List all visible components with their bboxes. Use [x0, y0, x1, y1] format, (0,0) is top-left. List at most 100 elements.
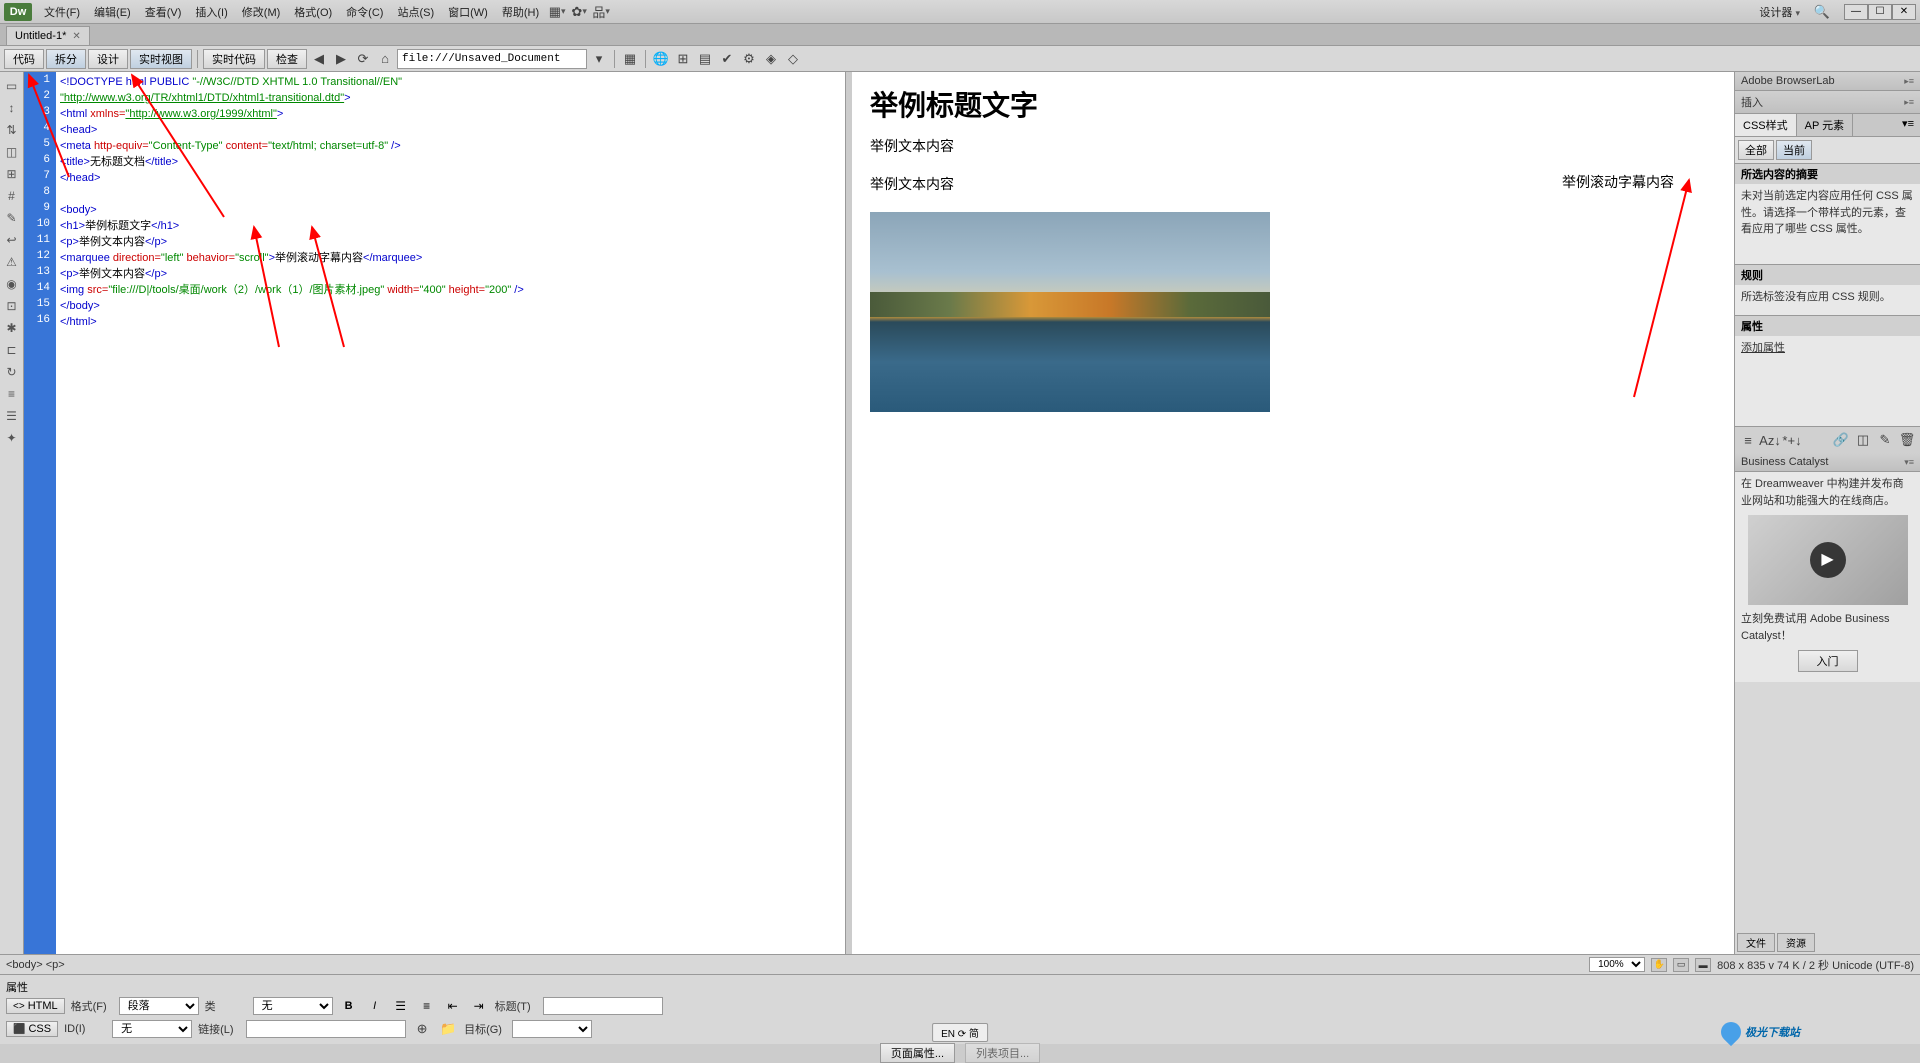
menu-window[interactable]: 窗口(W) — [442, 2, 494, 22]
open-docs-icon[interactable]: ▭ — [2, 76, 22, 96]
ap-elements-tab[interactable]: AP 元素 — [1797, 114, 1854, 136]
collapse-icon[interactable]: ↕ — [2, 98, 22, 118]
extend-icon[interactable]: ✿▾ — [569, 2, 589, 22]
surround-icon[interactable]: ⊏ — [2, 340, 22, 360]
class-select[interactable]: 无 — [253, 997, 333, 1015]
format-code-icon[interactable]: ✦ — [2, 428, 22, 448]
back-icon[interactable]: ◀ — [309, 49, 329, 69]
check-icon[interactable]: ⚙ — [739, 49, 759, 69]
italic-button[interactable]: I — [365, 997, 385, 1015]
ol-button[interactable]: ≡ — [417, 997, 437, 1015]
split-view-button[interactable]: 拆分 — [46, 49, 86, 69]
code-hint-icon[interactable]: ◉ — [2, 274, 22, 294]
tag-path[interactable]: <body> <p> — [6, 959, 65, 971]
design-view-button[interactable]: 设计 — [88, 49, 128, 69]
bc-header[interactable]: Business Catalyst▾≡ — [1735, 453, 1920, 472]
snippet-icon[interactable]: ⊡ — [2, 296, 22, 316]
hand-icon[interactable]: ✋ — [1651, 958, 1667, 972]
line-num-icon[interactable]: # — [2, 186, 22, 206]
addr-dropdown-icon[interactable]: ▾ — [589, 49, 609, 69]
id-select[interactable]: 无 — [112, 1020, 192, 1038]
recent-icon[interactable]: ↻ — [2, 362, 22, 382]
document-tab[interactable]: Untitled-1* ✕ — [6, 26, 90, 45]
css-tab-btn[interactable]: ⬛ CSS — [6, 1021, 58, 1037]
menu-help[interactable]: 帮助(H) — [496, 2, 545, 22]
menu-edit[interactable]: 编辑(E) — [88, 2, 137, 22]
indent-button[interactable]: ⇥ — [469, 997, 489, 1015]
link-drag-icon[interactable]: ⊕ — [412, 1019, 432, 1039]
page-props-button[interactable]: 页面属性... — [880, 1043, 955, 1063]
css-btn3-icon[interactable]: *+↓ — [1782, 430, 1802, 450]
target-select[interactable] — [512, 1020, 592, 1038]
wrap-icon[interactable]: ↩ — [2, 230, 22, 250]
minimize-button[interactable]: — — [1844, 4, 1868, 20]
inspect-button[interactable]: 检查 — [267, 49, 307, 69]
live-code-button[interactable]: 实时代码 — [203, 49, 265, 69]
home-icon[interactable]: ⌂ — [375, 49, 395, 69]
css-edit-icon[interactable]: ✎ — [1875, 430, 1895, 450]
select-tool-icon[interactable]: ▭ — [1673, 958, 1689, 972]
insert-header[interactable]: 插入▸≡ — [1735, 91, 1920, 114]
visual-aids-icon[interactable]: ▤ — [695, 49, 715, 69]
live-view-button[interactable]: 实时视图 — [130, 49, 192, 69]
bold-button[interactable]: B — [339, 997, 359, 1015]
bc-intro-button[interactable]: 入门 — [1798, 650, 1858, 672]
menu-insert[interactable]: 插入(I) — [189, 2, 233, 22]
file-mgmt-icon[interactable]: ▦ — [620, 49, 640, 69]
expand-icon[interactable]: ⇅ — [2, 120, 22, 140]
files-tab[interactable]: 文件 — [1737, 933, 1775, 952]
zoom-tool-icon[interactable]: ▬ — [1695, 958, 1711, 972]
assets-tab[interactable]: 资源 — [1777, 933, 1815, 952]
menu-format[interactable]: 格式(O) — [288, 2, 338, 22]
css-link-icon[interactable]: 🔗 — [1831, 430, 1851, 450]
language-indicator[interactable]: EN ⟳ 简 — [932, 1023, 988, 1042]
ul-button[interactable]: ☰ — [391, 997, 411, 1015]
designer-label[interactable]: 设计器 ▾ — [1759, 4, 1800, 20]
menu-file[interactable]: 文件(F) — [38, 2, 86, 22]
comment-icon[interactable]: ✱ — [2, 318, 22, 338]
zoom-select[interactable]: 100% — [1589, 957, 1645, 972]
html-tab[interactable]: <> HTML — [6, 998, 65, 1014]
menu-commands[interactable]: 命令(C) — [340, 2, 389, 22]
browserlab-header[interactable]: Adobe BrowserLab▸≡ — [1735, 72, 1920, 91]
tool1-icon[interactable]: ◈ — [761, 49, 781, 69]
code-text[interactable]: <!DOCTYPE html PUBLIC "-//W3C//DTD XHTML… — [56, 72, 845, 954]
code-view-button[interactable]: 代码 — [4, 49, 44, 69]
select-parent-icon[interactable]: ◫ — [2, 142, 22, 162]
menu-site[interactable]: 站点(S) — [391, 2, 440, 22]
add-property-link[interactable]: 添加属性 — [1741, 342, 1785, 354]
forward-icon[interactable]: ▶ — [331, 49, 351, 69]
tool2-icon[interactable]: ◇ — [783, 49, 803, 69]
css-btn2-icon[interactable]: Az↓ — [1760, 430, 1780, 450]
menu-modify[interactable]: 修改(M) — [236, 2, 287, 22]
balance-icon[interactable]: ⊞ — [2, 164, 22, 184]
outdent-button[interactable]: ⇤ — [443, 997, 463, 1015]
maximize-button[interactable]: ☐ — [1868, 4, 1892, 20]
format-select[interactable]: 段落 — [119, 997, 199, 1015]
tab-close-icon[interactable]: ✕ — [72, 31, 80, 42]
outdent-icon[interactable]: ☰ — [2, 406, 22, 426]
validate-icon[interactable]: ✔ — [717, 49, 737, 69]
link-input[interactable] — [246, 1020, 406, 1038]
close-button[interactable]: ✕ — [1892, 4, 1916, 20]
menu-view[interactable]: 查看(V) — [139, 2, 188, 22]
css-delete-icon[interactable]: 🗑 — [1897, 430, 1917, 450]
address-field[interactable] — [397, 49, 587, 69]
bc-video-thumb[interactable]: ▶ — [1748, 515, 1908, 605]
preview-icon[interactable]: 🌐 — [651, 49, 671, 69]
css-all-button[interactable]: 全部 — [1738, 140, 1774, 160]
layout-icon[interactable]: ▦▾ — [547, 2, 567, 22]
code-editor[interactable]: 12345678910111213141516 <!DOCTYPE html P… — [24, 72, 846, 954]
link-browse-icon[interactable]: 📁 — [438, 1019, 458, 1039]
guides-icon[interactable]: ⊞ — [673, 49, 693, 69]
refresh-icon[interactable]: ⟳ — [353, 49, 373, 69]
site-icon[interactable]: 品▾ — [591, 2, 611, 22]
title-input[interactable] — [543, 997, 663, 1015]
indent-icon[interactable]: ≡ — [2, 384, 22, 404]
highlight-icon[interactable]: ✎ — [2, 208, 22, 228]
css-btn1-icon[interactable]: ≡ — [1738, 430, 1758, 450]
css-new-icon[interactable]: ◫ — [1853, 430, 1873, 450]
syntax-err-icon[interactable]: ⚠ — [2, 252, 22, 272]
search-icon[interactable]: 🔍 — [1812, 2, 1832, 22]
css-current-button[interactable]: 当前 — [1776, 140, 1812, 160]
